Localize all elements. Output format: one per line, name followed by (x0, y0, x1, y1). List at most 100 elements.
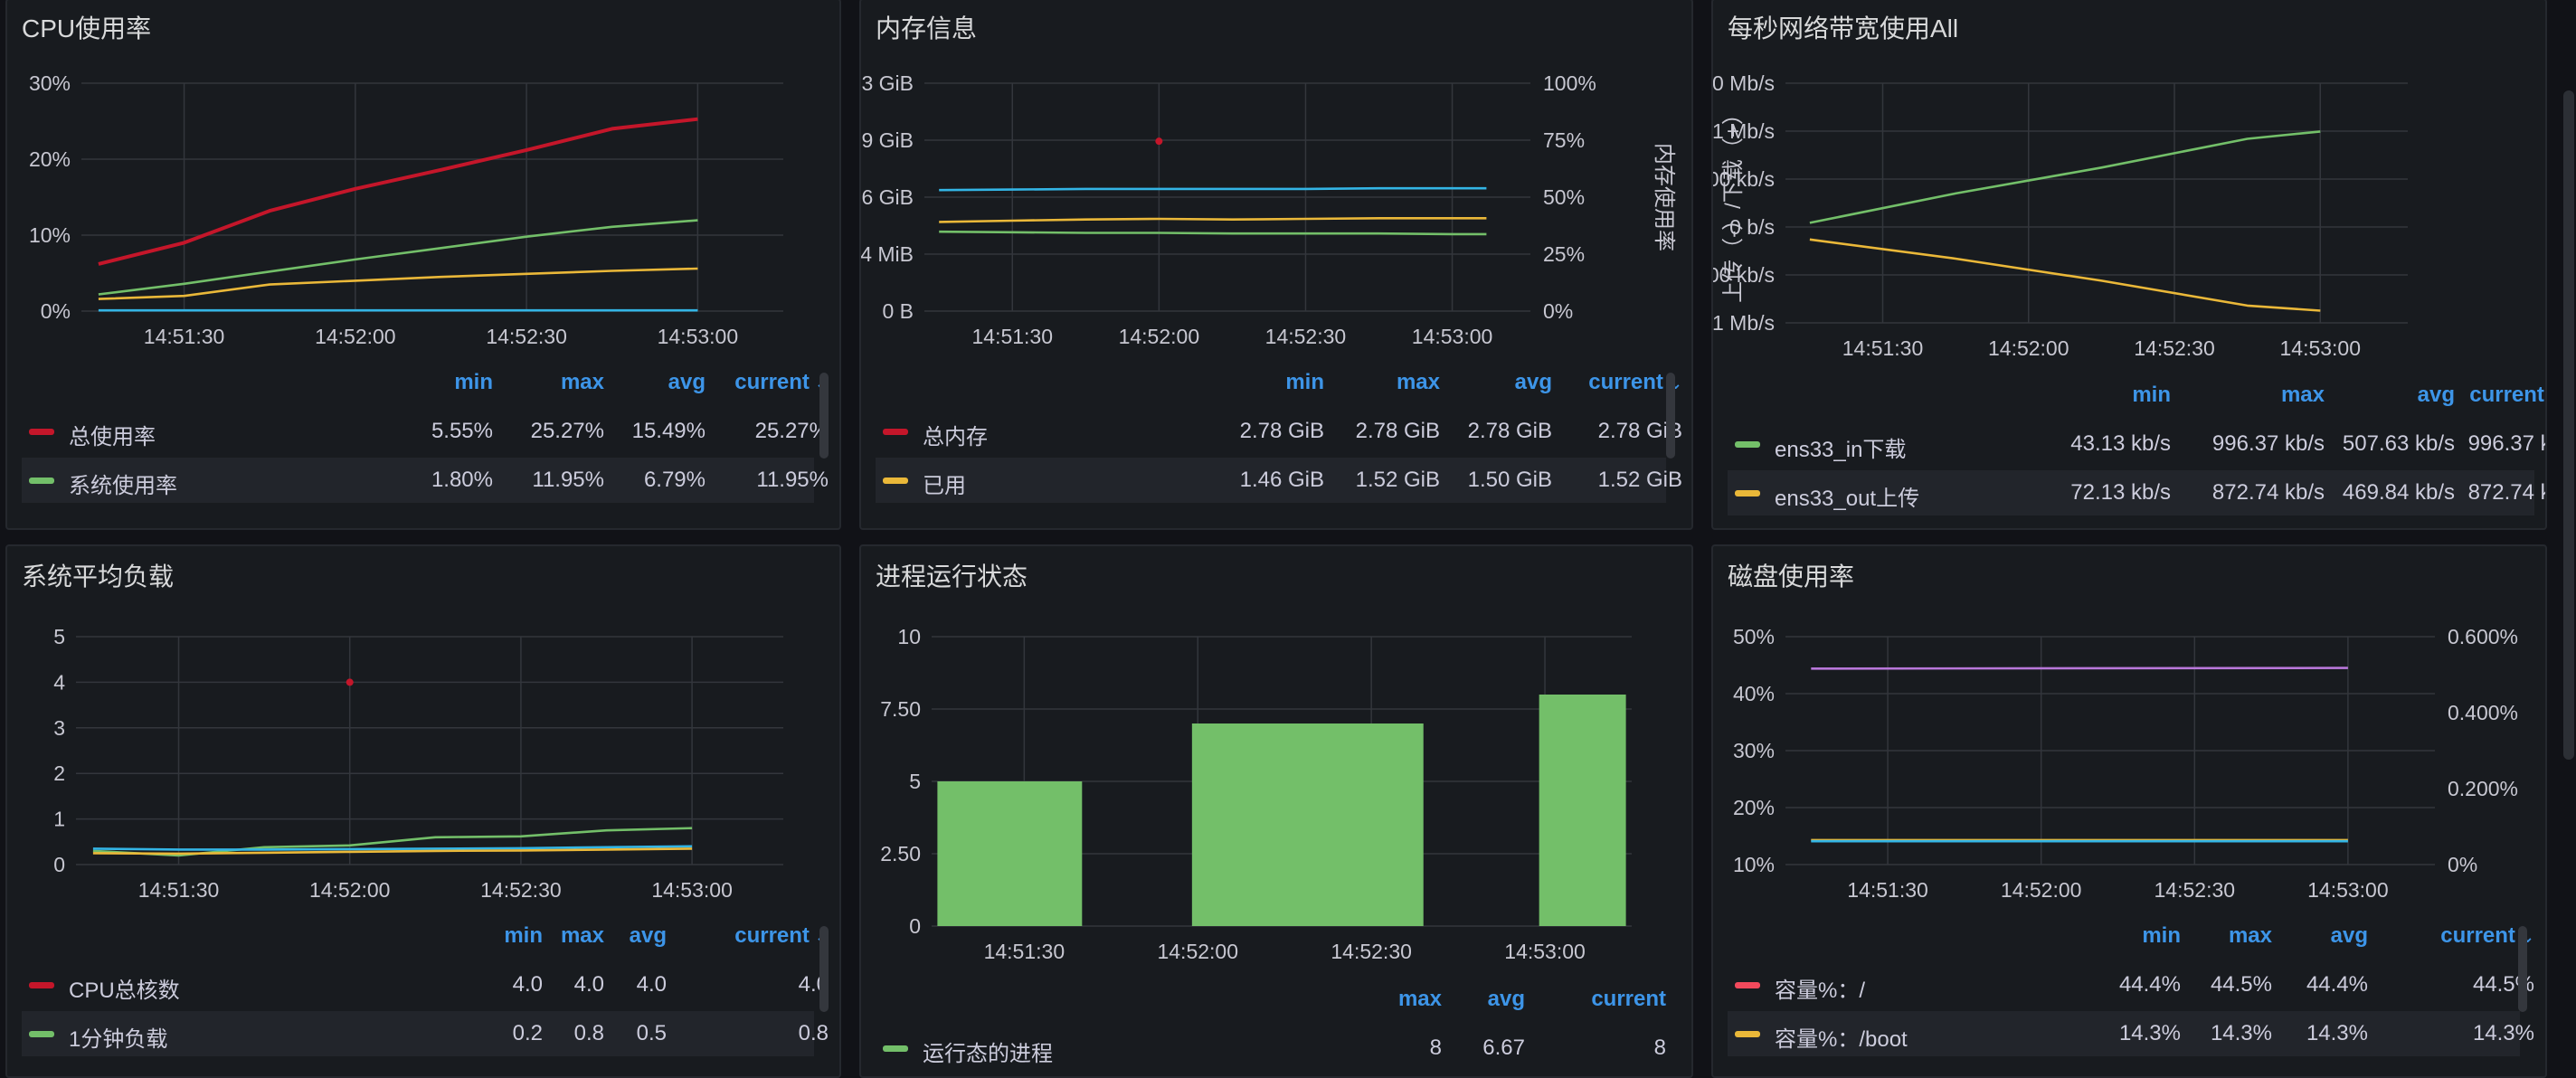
chart-2[interactable]: 0 B 954 MiB 1.86 GiB 2.79 GiB 3.73 GiB 0% 25% 5… (861, 0, 1693, 362)
legend-row[interactable]: 容量%：/boot 14.3% 14.3% 14.3% 14.3% (1728, 1011, 2534, 1056)
chart-3[interactable]: -1 Mb/s-500 kb/s0 b/s500 kb/s1 Mb/s1.50 … (1713, 0, 2547, 374)
series-line[interactable] (98, 219, 698, 296)
legend-series-name[interactable]: ens33_in下载 (1775, 431, 1906, 463)
x-tick-label: 14:51:30 (971, 325, 1053, 348)
legend-column-avg[interactable]: avg (2418, 383, 2455, 408)
legend-column-label: current (1591, 987, 1666, 1011)
series-line[interactable] (98, 117, 698, 266)
chart-6[interactable]: 10% 20% 30% 40% 50% 0% 0.200% 0.400% 0.600% 14:51… (1713, 546, 2547, 915)
chart-5[interactable]: 0 2.50 5 7.50 10 14:51:30 14:52:00 14:52:30 14:5… (861, 546, 1693, 979)
legend-row[interactable]: 运行态的进程 8 6.67 8 (876, 1026, 1666, 1071)
legend-column-label: avg (668, 370, 706, 394)
series-line[interactable] (939, 230, 1487, 236)
data-point[interactable] (346, 678, 354, 686)
legend-column-avg[interactable]: avg (630, 923, 667, 949)
legend-series-name[interactable]: 运行态的进程 (923, 1035, 1053, 1067)
legend-column-max[interactable]: max (561, 923, 604, 949)
bar[interactable] (1539, 695, 1626, 926)
legend-row[interactable]: 总内存 2.78 GiB 2.78 GiB 2.78 GiB 2.78 GiB (876, 409, 1682, 454)
x-tick-label: 14:51:30 (138, 878, 220, 902)
series-line[interactable] (939, 217, 1487, 223)
y-tick-label: 0% (41, 299, 71, 323)
y-tick-label: 5 (909, 770, 921, 793)
legend-column-label: avg (2417, 383, 2455, 407)
legend-column-avg[interactable]: avg (1515, 370, 1552, 395)
legend-value: 6.79% (643, 468, 706, 492)
legend-series-name[interactable]: 总使用率 (69, 419, 156, 450)
panel-4[interactable]: 系统平均负载 0 1 2 3 4 5 14:51:30 14:52:00 14:52:30 14:5… (5, 544, 841, 1078)
legend-row[interactable]: 已用 1.46 GiB 1.52 GiB 1.50 GiB 1.52 GiB (876, 458, 1682, 503)
legend-column-min[interactable]: min (1285, 370, 1324, 395)
legend-column-current[interactable]: current⌄ (734, 923, 829, 949)
legend-column-max[interactable]: max (561, 370, 604, 395)
legend-value: 15.49% (631, 419, 706, 443)
legend-row[interactable]: 总使用率 5.55% 25.27% 15.49% 25.27% (22, 409, 829, 454)
y-tick-label: 20% (1733, 796, 1775, 819)
panel-2[interactable]: 内存信息 0 B 954 MiB 1.86 GiB 2.79 GiB 3.73 GiB 0%… (859, 0, 1693, 530)
legend-series-name[interactable]: 总内存 (923, 419, 988, 450)
legend-column-min[interactable]: min (2142, 923, 2181, 949)
legend-scrollbar[interactable] (1666, 373, 1675, 459)
y-tick-label: -1 Mb/s (1711, 311, 1775, 335)
series-line[interactable] (1811, 667, 2348, 670)
legend-column-max[interactable]: max (2281, 383, 2325, 408)
legend-series-name[interactable]: 系统使用率 (69, 468, 177, 499)
legend-column-min[interactable]: min (2132, 383, 2171, 408)
series-line[interactable] (939, 186, 1487, 192)
legend-column-label: max (1397, 987, 1442, 1011)
bar[interactable] (1191, 723, 1424, 926)
legend-series-name[interactable]: 1分钟负载 (69, 1021, 167, 1053)
legend-series-name[interactable]: 容量%：/boot (1775, 1021, 1908, 1053)
legend-column-current[interactable]: current (1591, 987, 1666, 1012)
legend-row[interactable]: 系统使用率 1.80% 11.95% 6.79% 11.95% (22, 458, 829, 503)
legend-row[interactable]: ens33_in下载 43.13 kb/s 996.37 kb/s 507.63 kb… (1728, 421, 2545, 467)
legend-value: 5.55% (431, 419, 493, 443)
legend-series-name[interactable]: 已用 (923, 468, 966, 499)
legend-column-min[interactable]: min (504, 923, 543, 949)
legend-series-name[interactable]: ens33_out上传 (1775, 480, 1919, 512)
legend-column-avg[interactable]: avg (2331, 923, 2368, 949)
series-color-swatch (1735, 441, 1760, 448)
legend-scrollbar[interactable] (819, 926, 829, 1012)
right-y-tick-label: 50% (1543, 185, 1585, 209)
legend-column-label: current (2440, 923, 2515, 948)
panel-1[interactable]: CPU使用率 0% 10% 20% 30% 14:51:30 14:52:00 14:52:3… (5, 0, 841, 530)
legend-column-label: max (560, 370, 604, 394)
chart-1[interactable]: 0% 10% 20% 30% 14:51:30 14:52:00 14:52:30 14:53… (7, 0, 841, 362)
legend-column-current[interactable]: current⌄ (734, 370, 829, 395)
legend-row[interactable]: 1分钟负载 0.2 0.8 0.5 0.8 (22, 1011, 829, 1056)
chart-4[interactable]: 0 1 2 3 4 5 14:51:30 14:52:00 14:52:30 14:53:00 (7, 546, 841, 915)
legend-value: 996.37 kb/s (2211, 431, 2325, 456)
panel-3[interactable]: 每秒网络带宽使用All -1 Mb/s -500 kb/s 0 b/s 500 kb/s… (1711, 0, 2547, 530)
series-line[interactable] (1809, 130, 2321, 224)
legend-row[interactable]: ens33_out上传 72.13 kb/s 872.74 kb/s 469.84 k… (1728, 470, 2545, 515)
legend-column-min[interactable]: min (454, 370, 493, 395)
legend-column-avg[interactable]: avg (668, 370, 706, 395)
legend-scrollbar[interactable] (819, 373, 829, 459)
legend-series-name[interactable]: 容量%：/ (1775, 972, 1865, 1004)
legend-column-current[interactable]: current⌄ (2469, 383, 2545, 408)
legend-row[interactable]: CPU总核数 4.0 4.0 4.0 4.0 (22, 962, 829, 1007)
legend-scrollbar[interactable] (2518, 926, 2527, 1012)
legend-value: 1.52 GiB (1355, 468, 1440, 492)
legend-column-max[interactable]: max (1397, 370, 1440, 395)
series-color-swatch (29, 982, 54, 988)
bar[interactable] (937, 781, 1083, 926)
legend-column-max[interactable]: max (1398, 987, 1442, 1012)
data-point[interactable] (1155, 137, 1163, 146)
page-scrollbar[interactable] (2563, 90, 2574, 760)
panel-5[interactable]: 进程运行状态 0 2.50 5 7.50 10 14:51:30 14:52:00 14:52:… (859, 544, 1693, 1078)
x-tick-label: 14:53:00 (1504, 940, 1586, 963)
panel-6[interactable]: 磁盘使用率 10% 20% 30% 40% 50% 0% 0.200% 0.400% 0.600%… (1711, 544, 2547, 1078)
legend-column-avg[interactable]: avg (1488, 987, 1525, 1012)
legend-value: 2.78 GiB (1239, 419, 1324, 443)
legend-value: 507.63 kb/s (2342, 431, 2455, 456)
x-tick-label: 14:51:30 (1847, 878, 1928, 902)
legend-series-name[interactable]: CPU总核数 (69, 972, 180, 1004)
legend-value: 872.74 kb (2467, 480, 2545, 505)
x-tick-label: 14:52:00 (315, 325, 396, 348)
legend-row[interactable]: 容量%：/44.4% 44.5% 44.4% 44.5% (1728, 962, 2534, 1007)
legend-value: 25.27% (530, 419, 604, 443)
y-tick-label: 0 (909, 914, 921, 938)
legend-column-max[interactable]: max (2229, 923, 2272, 949)
